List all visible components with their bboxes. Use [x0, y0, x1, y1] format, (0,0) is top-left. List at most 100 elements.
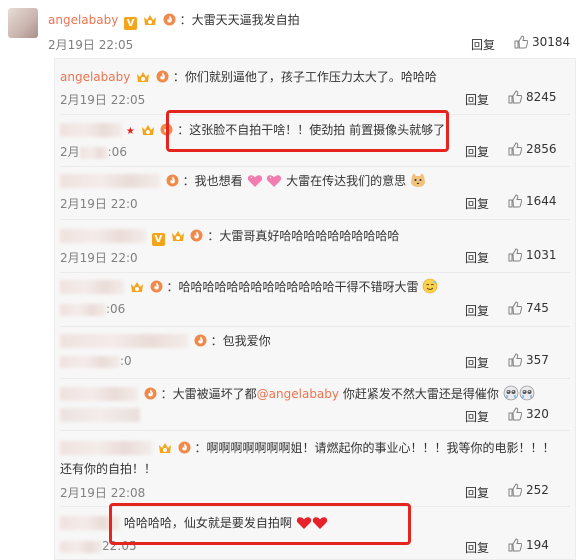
reply-text: 大雷在传达我们的意思	[286, 174, 407, 188]
like-button[interactable]: 357	[508, 353, 549, 367]
thumb-up-icon	[508, 90, 522, 104]
like-count: 30184	[532, 35, 571, 49]
like-button[interactable]: 1031	[508, 248, 557, 262]
vip-badge	[136, 70, 150, 83]
blurred-username	[60, 123, 122, 137]
crying-emoji	[503, 385, 519, 401]
divider	[60, 326, 570, 327]
like-button[interactable]: 2856	[508, 142, 557, 156]
like-button[interactable]: 30184	[514, 35, 570, 49]
like-button[interactable]: 8245	[508, 90, 557, 104]
reply-text-continued: 还有你的自拍！！	[60, 462, 157, 476]
blurred-date	[60, 541, 102, 553]
reply-button[interactable]: 回复	[465, 143, 489, 160]
blurred-date	[60, 304, 106, 316]
vip-badge	[130, 280, 144, 293]
highlight-box	[109, 503, 411, 545]
like-count: 252	[526, 483, 549, 497]
like-count: 1031	[526, 248, 557, 262]
reply-line: ：大雷被逼坏了都@angelababy 你赶紧发不然大雷还是得催你	[60, 385, 535, 402]
like-button[interactable]: 252	[508, 483, 549, 497]
thumb-up-icon	[508, 194, 522, 208]
like-count: 194	[526, 538, 549, 552]
reply-text: ：哈哈哈哈哈哈哈哈哈哈哈哈哈干得不错呀大雷	[166, 280, 419, 294]
divider	[60, 430, 570, 431]
reply-line: V ：大雷哥真好哈哈哈哈哈哈哈哈哈哈	[60, 227, 399, 246]
avatar[interactable]	[8, 8, 38, 38]
blurred-username	[60, 441, 152, 455]
blurred-username	[60, 334, 188, 348]
blurred-date	[60, 408, 140, 422]
fire-badge	[190, 229, 203, 242]
comment-text: ：大雷天天逼我发自拍	[179, 13, 300, 27]
reply-text: ：大雷哥真好哈哈哈哈哈哈哈哈哈哈	[207, 229, 400, 243]
like-count: 320	[526, 407, 549, 421]
like-count: 8245	[526, 90, 557, 104]
mention-link[interactable]: @angelababy	[257, 387, 339, 401]
reply-date: 2月:06	[60, 145, 127, 159]
reply-button[interactable]: 回复	[465, 484, 489, 501]
reply-button[interactable]: 回复	[465, 302, 489, 319]
cat-emoji	[410, 172, 426, 188]
divider	[60, 378, 570, 379]
thumb-up-icon	[508, 142, 522, 156]
fire-badge	[150, 280, 163, 293]
vip-badge	[141, 123, 155, 136]
thumb-up-icon	[508, 483, 522, 497]
main-comment-line: angelababy V ：大雷天天逼我发自拍	[48, 11, 300, 30]
vip-badge	[158, 441, 172, 454]
reply-button[interactable]: 回复	[465, 195, 489, 212]
reply-date: :0	[60, 354, 132, 368]
reply-line: ：啊啊啊啊啊啊啊姐！请燃起你的事业心！！！我等你的电影！！！	[60, 439, 555, 456]
reply-button[interactable]: 回复	[465, 91, 489, 108]
reply-text: ：大雷被逼坏了都	[160, 387, 257, 401]
blurred-username	[60, 229, 146, 243]
reply-text: 你赶紧发不然大雷还是得催你	[339, 387, 499, 401]
username-link[interactable]: angelababy	[60, 70, 130, 84]
username-link[interactable]: angelababy	[48, 13, 118, 27]
reply-date: 2月19日 22:08	[60, 486, 146, 500]
blurred-username	[60, 280, 124, 294]
like-button[interactable]: 745	[508, 301, 549, 315]
fire-badge	[178, 441, 191, 454]
reply-text: ：啊啊啊啊啊啊啊姐！请燃起你的事业心！！！我等你的电影！！！	[194, 441, 555, 455]
reply-button[interactable]: 回复	[465, 249, 489, 266]
reply-button[interactable]: 回复	[465, 408, 489, 425]
reply-date: 2月19日 22:05	[60, 93, 146, 107]
sweat-emoji	[422, 278, 438, 294]
reply-button[interactable]: 回复	[465, 539, 489, 556]
reply-button[interactable]: 回复	[465, 354, 489, 371]
blurred-username	[60, 174, 160, 188]
reply-date: 2月19日 22:0	[60, 251, 138, 265]
divider	[60, 219, 570, 220]
blurred-username	[60, 387, 138, 401]
like-button[interactable]: 320	[508, 407, 549, 421]
like-count: 745	[526, 301, 549, 315]
reply-button[interactable]: 回复	[471, 36, 495, 53]
heart-emoji	[247, 174, 263, 188]
thumb-up-icon	[508, 353, 522, 367]
fire-badge	[156, 70, 169, 83]
like-count: 1644	[526, 194, 557, 208]
fire-badge	[166, 174, 179, 187]
reply-date: :06	[60, 302, 125, 316]
like-button[interactable]: 1644	[508, 194, 557, 208]
reply-line: ：我也想看 大雷在传达我们的意思	[60, 172, 426, 189]
main-comment: angelababy V ：大雷天天逼我发自拍 2月19日 22:05 回复 3…	[0, 0, 586, 62]
like-button[interactable]: 194	[508, 538, 549, 552]
reply-line: ：包我爱你	[60, 332, 271, 349]
fire-badge	[194, 334, 207, 347]
thumb-up-icon	[508, 248, 522, 262]
heart-emoji	[266, 174, 282, 188]
thumb-up-icon	[508, 538, 522, 552]
comment-date: 2月19日 22:05	[48, 38, 134, 52]
blurred-date	[60, 356, 120, 368]
reply-text: ：包我爱你	[210, 334, 271, 348]
reply-line: angelababy ：你们就别逼他了，孩子工作压力太大了。哈哈哈	[60, 68, 437, 85]
divider	[60, 166, 570, 167]
like-count: 357	[526, 353, 549, 367]
v-verified-badge: V	[124, 17, 138, 30]
vip-badge	[171, 229, 185, 242]
fire-badge	[163, 13, 176, 26]
divider	[60, 272, 570, 273]
